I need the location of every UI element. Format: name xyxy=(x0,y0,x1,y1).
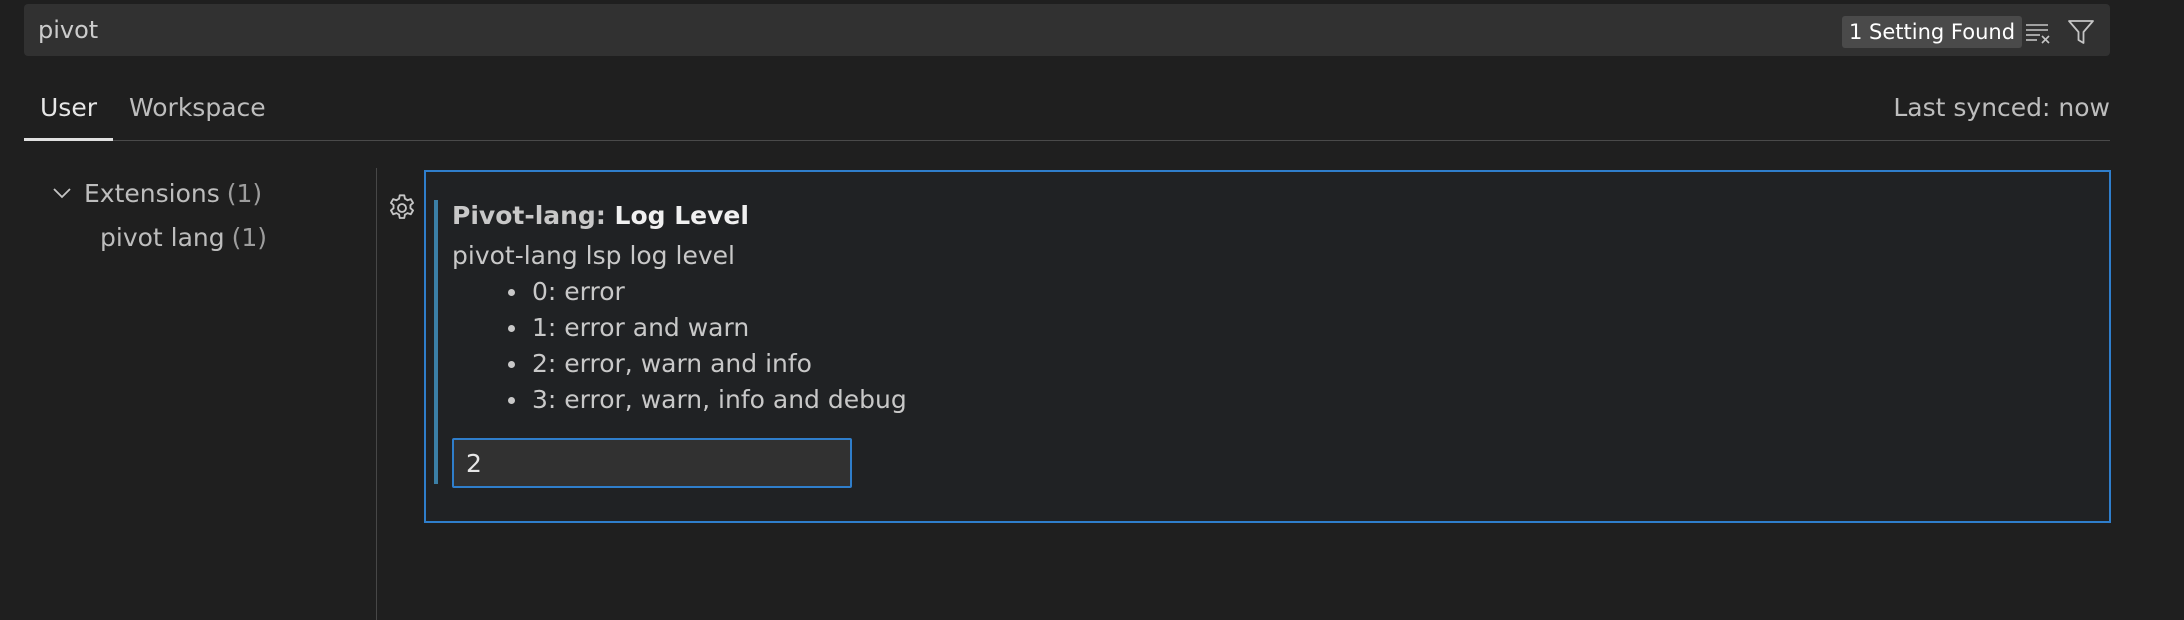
settings-search-bar: 1 Setting Found xyxy=(24,4,2110,56)
sync-status: Last synced: now xyxy=(1893,93,2110,122)
setting-category: Pivot-lang: xyxy=(452,201,615,230)
result-count-badge: 1 Setting Found xyxy=(1842,16,2023,48)
toc-item-count: (1) xyxy=(231,222,268,252)
filter-icon[interactable] xyxy=(2066,17,2096,47)
setting-title: Pivot-lang: Log Level xyxy=(452,198,749,234)
log-level-input[interactable] xyxy=(452,438,852,488)
tab-workspace[interactable]: Workspace xyxy=(129,90,266,126)
toc-item-label: pivot lang xyxy=(100,222,225,252)
active-tab-indicator xyxy=(24,138,113,141)
list-item: 2: error, warn and info xyxy=(452,346,907,382)
gear-icon[interactable] xyxy=(386,192,418,224)
toc-item-pivot-lang[interactable]: pivot lang (1) xyxy=(100,219,267,255)
settings-search-input[interactable] xyxy=(38,4,1838,56)
setting-description: pivot-lang lsp log level xyxy=(452,241,735,270)
clear-filter-icon[interactable] xyxy=(2023,17,2053,47)
list-item: 3: error, warn, info and debug xyxy=(452,382,907,418)
toc-divider xyxy=(376,168,377,620)
toc-item-extensions[interactable]: Extensions (1) xyxy=(50,175,262,211)
chevron-down-icon xyxy=(53,188,71,199)
list-item: 0: error xyxy=(452,274,907,310)
toc-item-label: Extensions xyxy=(84,178,220,208)
modified-indicator xyxy=(434,200,438,484)
setting-key: Log Level xyxy=(614,201,749,230)
tabs-divider xyxy=(24,140,2110,141)
setting-item-log-level: Pivot-lang: Log Level pivot-lang lsp log… xyxy=(424,170,2111,523)
tab-user[interactable]: User xyxy=(40,90,97,126)
list-item: 1: error and warn xyxy=(452,310,907,346)
toc-item-count: (1) xyxy=(226,178,263,208)
enum-description-list: 0: error 1: error and warn 2: error, war… xyxy=(452,274,907,418)
